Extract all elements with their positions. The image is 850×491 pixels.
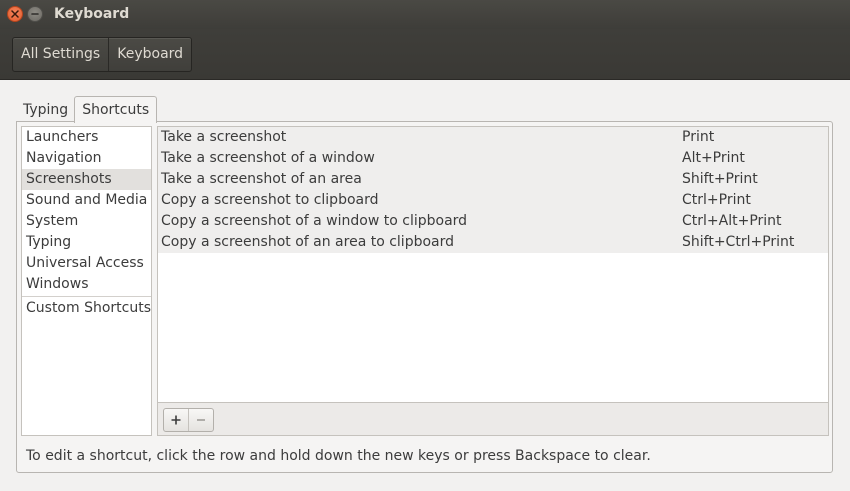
category-custom-shortcuts[interactable]: Custom Shortcuts [22,298,151,319]
add-shortcut-button[interactable] [164,409,188,431]
shortcut-row[interactable]: Take a screenshot of an area Shift+Print [158,169,828,190]
close-window-button[interactable] [7,6,23,22]
category-navigation[interactable]: Navigation [22,148,151,169]
shortcut-row[interactable]: Copy a screenshot of a window to clipboa… [158,211,828,232]
category-windows[interactable]: Windows [22,274,151,295]
keyboard-settings-window: Keyboard All Settings Keyboard Typing Sh… [0,0,850,491]
add-remove-button-group [163,408,214,432]
shortcut-accelerator: Shift+Ctrl+Print [682,234,795,250]
category-launchers[interactable]: Launchers [22,127,151,148]
plus-icon [171,415,181,425]
title-bar: Keyboard [0,0,850,29]
shortcut-name: Copy a screenshot to clipboard [161,192,379,208]
category-screenshots[interactable]: Screenshots [22,169,151,190]
shortcut-name: Take a screenshot of a window [161,150,375,166]
tab-bar: Typing Shortcuts [17,96,158,123]
category-divider [22,296,151,297]
header-toolbar: All Settings Keyboard [0,29,850,80]
category-universal-access[interactable]: Universal Access [22,253,151,274]
shortcut-name: Copy a screenshot of an area to clipboar… [161,234,455,250]
minimize-icon [31,13,39,15]
minus-icon [197,419,205,421]
tab-typing[interactable]: Typing [17,98,74,122]
remove-shortcut-button[interactable] [188,409,213,431]
shortcut-row[interactable]: Copy a screenshot to clipboard Ctrl+Prin… [158,190,828,211]
shortcut-accelerator: Alt+Print [682,150,745,166]
shortcut-name: Copy a screenshot of a window to clipboa… [161,213,468,229]
category-system[interactable]: System [22,211,151,232]
category-sound-and-media[interactable]: Sound and Media [22,190,151,211]
breadcrumb-all-settings[interactable]: All Settings [13,38,108,71]
shortcut-name: Take a screenshot of an area [161,171,362,187]
shortcut-category-list: Launchers Navigation Screenshots Sound a… [21,126,152,436]
window-title: Keyboard [54,6,130,22]
shortcut-list: Take a screenshot Print Take a screensho… [157,126,829,403]
category-typing[interactable]: Typing [22,232,151,253]
close-icon [11,10,19,18]
breadcrumb: All Settings Keyboard [12,37,193,72]
shortcut-row[interactable]: Take a screenshot Print [158,127,828,148]
shortcut-name: Take a screenshot [161,129,287,145]
shortcut-accelerator: Ctrl+Print [682,192,751,208]
edit-shortcut-hint: To edit a shortcut, click the row and ho… [26,448,651,464]
breadcrumb-keyboard[interactable]: Keyboard [108,38,191,71]
shortcut-accelerator: Shift+Print [682,171,758,187]
shortcut-list-toolbar [157,403,829,436]
shortcut-row[interactable]: Take a screenshot of a window Alt+Print [158,148,828,169]
minimize-window-button[interactable] [27,6,43,22]
shortcut-row[interactable]: Copy a screenshot of an area to clipboar… [158,232,828,253]
shortcut-accelerator: Print [682,129,715,145]
tab-shortcuts[interactable]: Shortcuts [74,96,158,123]
shortcut-accelerator: Ctrl+Alt+Print [682,213,782,229]
